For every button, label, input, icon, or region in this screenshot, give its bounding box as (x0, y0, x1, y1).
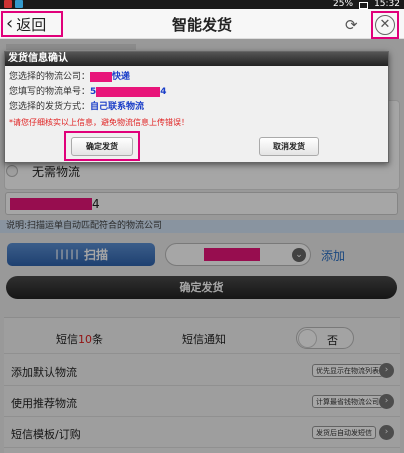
method-label: 您选择的发货方式： (9, 102, 91, 112)
page-title: 智能发货 (171, 16, 232, 34)
warning-text: *请您仔细核实以上信息，避免物流信息上传错误！ (9, 118, 189, 127)
dialog-body: 您选择的物流公司： 快递 您填写的物流单号：5 4 您选择的发货方式：自己联系物流 … (5, 66, 388, 130)
app-notification-icon (15, 0, 23, 8)
notification-icons (4, 0, 23, 8)
method-value: 自己联系物流 (90, 102, 145, 112)
app-header: ‹ 返回 智能发货 ⟳ ✕ (0, 9, 404, 39)
notification-icon (4, 0, 12, 8)
dialog-title: 发货信息确认 (5, 52, 388, 66)
tracking-label: 您填写的物流单号： (9, 87, 91, 97)
company-line: 您选择的物流公司： 快递 (9, 70, 388, 85)
battery-icon (359, 1, 369, 9)
clock: 15:32 (374, 0, 400, 9)
tracking-line: 您填写的物流单号：5 4 (9, 85, 388, 100)
method-line: 您选择的发货方式：自己联系物流 (9, 100, 388, 115)
redacted-text (96, 86, 161, 97)
company-value: 快递 (112, 72, 131, 82)
dialog-cancel-button[interactable]: 取消发货 (259, 137, 319, 156)
refresh-icon[interactable]: ⟳ (345, 17, 361, 33)
ship-confirm-dialog: 发货信息确认 您选择的物流公司： 快递 您填写的物流单号：5 4 您选择的发货方式：… (4, 51, 389, 163)
close-circle-icon: ✕ (375, 15, 395, 35)
confirm-label: 确定发货 (71, 136, 133, 156)
status-bar: 25% 15:32 (0, 0, 404, 9)
company-label: 您选择的物流公司： (9, 72, 91, 82)
close-button[interactable]: ✕ (371, 11, 399, 39)
status-indicators: 25% 15:32 (333, 0, 400, 9)
dialog-confirm-button[interactable]: 确定发货 (64, 131, 140, 161)
tracking-suffix: 4 (160, 87, 167, 97)
redacted-text (90, 71, 113, 82)
battery-percent: 25% (333, 0, 354, 9)
